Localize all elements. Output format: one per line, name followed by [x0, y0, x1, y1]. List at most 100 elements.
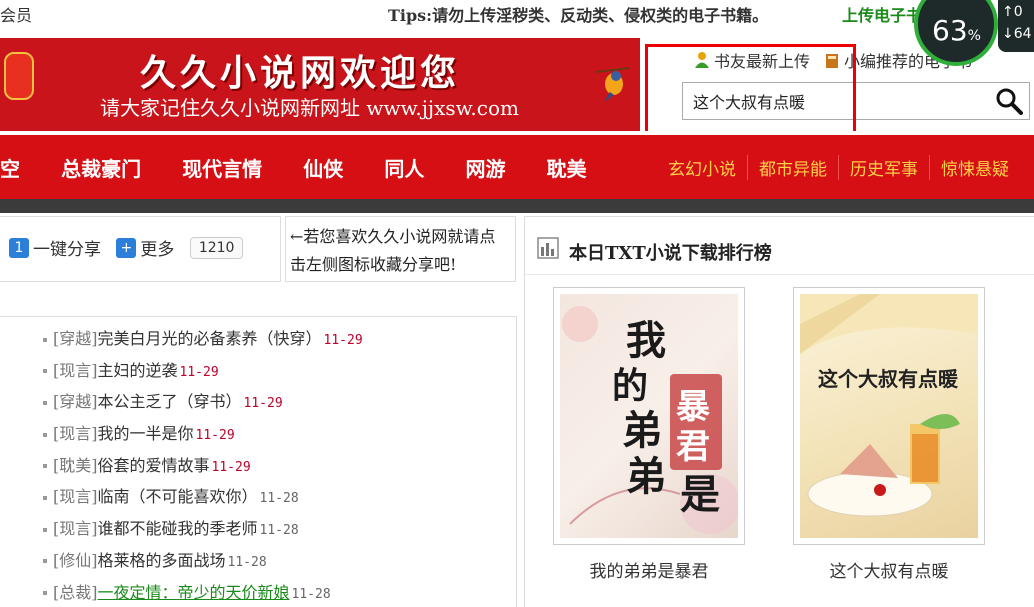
nav-item[interactable]: 同人 [384, 153, 424, 182]
search-icon[interactable] [995, 87, 1023, 115]
category-label[interactable]: [现言] [53, 487, 98, 506]
svg-text:暴: 暴 [676, 387, 710, 427]
main-nav: 空 总裁豪门 现代言情 仙侠 同人 网游 耽美 玄幻小说 都市异能 历史军事 惊悚悬疑 [0, 131, 1034, 199]
bookmark-tip: ←若您喜欢久久小说网就请点击左侧图标收藏分享吧! [285, 216, 516, 282]
banner-title: 久久小说网欢迎您 [140, 52, 461, 94]
book-title-link[interactable]: 格莱格的多面战场 [98, 551, 226, 570]
upload-ebook-link[interactable]: 上传电子书 [842, 2, 922, 26]
svg-text:君: 君 [676, 427, 710, 467]
category-label[interactable]: [穿越] [53, 392, 98, 411]
download-speed: ↓64 [1002, 26, 1032, 42]
book-title-link[interactable]: 完美白月光的必备素养（快穿） [98, 329, 322, 348]
nav-sub-item[interactable]: 都市异能 [747, 155, 838, 180]
bullet-icon [43, 559, 47, 564]
bullet-icon [43, 369, 47, 374]
lantern-icon [4, 52, 34, 100]
nav-item[interactable]: 总裁豪门 [61, 153, 141, 182]
category-label[interactable]: [耽美] [53, 456, 98, 475]
list-item: [耽美]俗套的爱情故事 11-29 [43, 450, 363, 482]
latest-upload-link[interactable]: 书友最新上传 [714, 48, 810, 72]
bullet-icon [43, 432, 47, 437]
one-click-share-link[interactable]: 一键分享 [33, 235, 101, 260]
nav-sub-item[interactable]: 历史军事 [838, 155, 929, 180]
nav-item[interactable]: 耽美 [547, 153, 587, 182]
book-title-link[interactable]: 俗套的爱情故事 [98, 456, 210, 475]
list-item: [现言]临南（不可能喜欢你） 11-28 [43, 481, 363, 513]
banner-subtitle: 请大家记住久久小说网新网址 www.jjxsw.com [100, 96, 519, 120]
share-icon[interactable]: 1 [9, 237, 29, 258]
bullet-icon [43, 591, 47, 595]
share-count: 1210 [189, 236, 244, 259]
book-title-link[interactable]: 我的一半是你 [98, 424, 194, 443]
cover-art: 这个大叔有点暖 [800, 294, 978, 517]
update-date: 11-29 [179, 364, 219, 380]
book-title-link[interactable]: 我的弟弟是暴君 [549, 557, 749, 582]
list-item: [现言]谁都不能碰我的季老师 11-28 [43, 513, 363, 545]
category-label[interactable]: [修仙] [53, 551, 98, 570]
list-item: [穿越]本公主乏了（穿书） 11-29 [43, 386, 363, 418]
list-item: [修仙]格莱格的多面战场 11-28 [43, 545, 363, 577]
book-title-link[interactable]: 一夜定情：帝少的天价新娘 [98, 583, 290, 602]
list-item: [现言]主妇的逆袭 11-29 [43, 355, 363, 387]
bullet-icon [43, 400, 47, 405]
book-title-link[interactable]: 主妇的逆袭 [98, 361, 178, 380]
nav-item[interactable]: 现代言情 [182, 153, 262, 182]
update-date: 11-28 [259, 491, 299, 507]
latest-books-list: [穿越]完美白月光的必备素养（快穿） 11-29 [现言]主妇的逆袭 11-29 [穿越… [0, 316, 517, 607]
plus-icon[interactable]: + [116, 237, 137, 258]
update-date: 11-29 [211, 459, 251, 475]
svg-text:弟: 弟 [626, 453, 666, 500]
chart-icon [537, 237, 559, 259]
update-date: 11-29 [243, 396, 283, 412]
bullet-icon [43, 337, 47, 342]
category-label[interactable]: [总裁] [53, 583, 98, 602]
nav-item[interactable]: 仙侠 [303, 153, 343, 182]
site-banner[interactable]: 久久小说网欢迎您 请大家记住久久小说网新网址 www.jjxsw.com [0, 38, 640, 131]
category-label[interactable]: [现言] [53, 424, 98, 443]
update-date: 11-28 [259, 523, 299, 539]
speed-percent: 63% [932, 14, 981, 47]
nav-item[interactable]: 空 [0, 153, 20, 182]
daily-ranking-panel: 本日TXT小说下载排行榜 我 的 弟 弟 暴 君 是 我的弟弟是暴君 这个大叔有… [524, 216, 1034, 607]
list-item: [现言]我的一半是你 11-29 [43, 418, 363, 450]
bird-icon [596, 67, 630, 102]
bullet-icon [43, 464, 47, 469]
top-bar: 会员 Tips:请勿上传淫秽类、反动类、侵权类的电子书籍。 上传电子书 [0, 0, 1034, 26]
nav-divider [0, 199, 1034, 213]
nav-item[interactable]: 网游 [465, 153, 505, 182]
book-title-link[interactable]: 临南（不可能喜欢你） [98, 487, 258, 506]
book-title-link[interactable]: 本公主乏了（穿书） [98, 392, 242, 411]
update-date: 11-29 [195, 428, 235, 444]
svg-text:我: 我 [626, 317, 666, 364]
nav-sub-item[interactable]: 惊悚悬疑 [929, 155, 1020, 180]
book-title-link[interactable]: 谁都不能碰我的季老师 [98, 519, 258, 538]
share-box: 1 一键分享 + 更多 1210 [0, 216, 281, 282]
book-cover-card[interactable]: 我 的 弟 弟 暴 君 是 [553, 287, 745, 545]
book-cover-card[interactable]: 这个大叔有点暖 [793, 287, 985, 545]
book-title-link[interactable]: 这个大叔有点暖 [789, 557, 989, 582]
bullet-icon [43, 495, 47, 500]
svg-text:弟: 弟 [622, 407, 662, 454]
book-icon [824, 51, 840, 69]
network-panel: ↑0 ↓64 [998, 0, 1034, 52]
svg-text:是: 是 [680, 471, 720, 518]
search-box [682, 82, 1030, 120]
list-item: [总裁]一夜定情：帝少的天价新娘 11-28 [43, 577, 363, 607]
cover-title-text: 这个大叔有点暖 [818, 367, 959, 391]
category-label[interactable]: [穿越] [53, 329, 98, 348]
upload-tips: Tips:请勿上传淫秽类、反动类、侵权类的电子书籍。 [388, 6, 769, 25]
nav-sub-item[interactable]: 玄幻小说 [668, 155, 747, 180]
update-date: 11-29 [323, 333, 363, 348]
more-share-link[interactable]: 更多 [140, 235, 174, 260]
book-cover: 这个大叔有点暖 [800, 294, 978, 538]
ranking-header: 本日TXT小说下载排行榜 [525, 217, 1034, 275]
category-label[interactable]: [现言] [53, 361, 98, 380]
search-input[interactable] [693, 89, 983, 113]
book-cover: 我 的 弟 弟 暴 君 是 [560, 294, 738, 538]
member-link[interactable]: 会员 [0, 2, 32, 26]
svg-text:的: 的 [612, 365, 648, 407]
category-label[interactable]: [现言] [53, 519, 98, 538]
update-date: 11-28 [227, 554, 267, 570]
ranking-title: 本日TXT小说下载排行榜 [569, 243, 772, 264]
list-item: [穿越]完美白月光的必备素养（快穿） 11-29 [43, 323, 363, 355]
